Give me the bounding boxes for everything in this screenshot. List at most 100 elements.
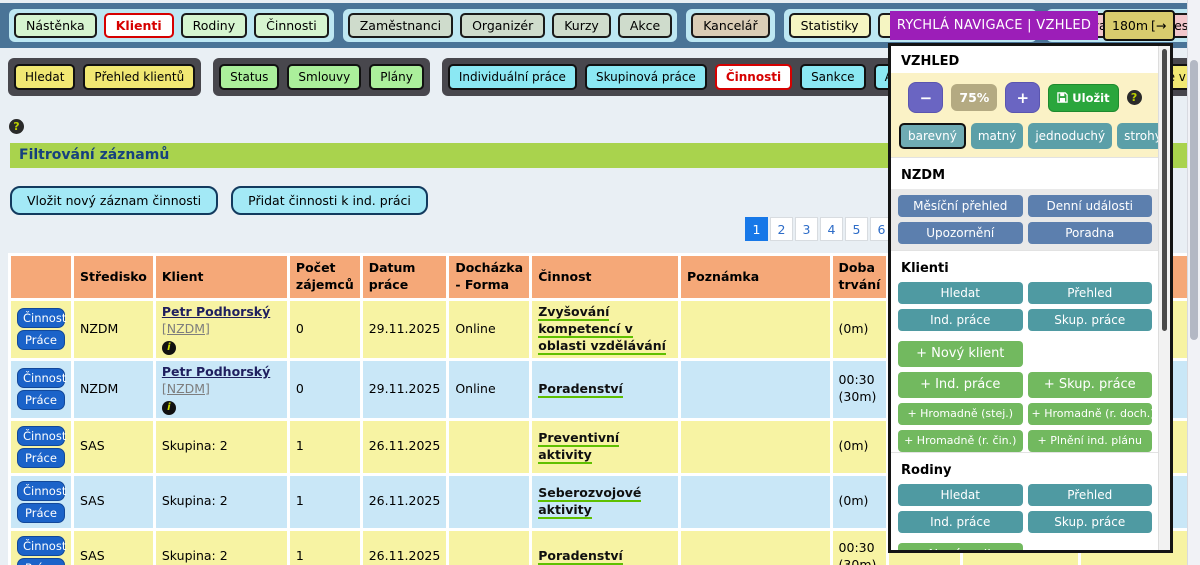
save-appearance-button[interactable]: Uložit [1048,84,1118,112]
cell-klient: Petr Podhorský [NZDM] i [156,361,287,418]
subnav-status[interactable]: Status [219,64,279,90]
activity-link[interactable]: Poradenství [538,381,623,398]
nav-tab-klienti[interactable]: Klienti [104,13,174,38]
rodiny-nova-rodina-button[interactable]: + Nová rodina [898,543,1023,550]
pagination-page-1[interactable]: 1 [745,217,768,241]
rodiny-ind-prace-button[interactable]: Ind. práce [898,511,1023,533]
row-cinnost-button[interactable]: Činnost [17,368,65,388]
klienti-plneni-ind-planu-button[interactable]: + Plnění ind. plánu [1028,430,1153,452]
page-help-icon[interactable]: ? [9,119,24,134]
nzdm-upozorneni-button[interactable]: Upozornění [898,222,1023,244]
nav-tab-rodiny[interactable]: Rodiny [181,13,248,38]
rodiny-hledat-button[interactable]: Hledat [898,484,1023,506]
subnav-group-status: Status Smlouvy Plány [213,58,430,96]
row-prace-button[interactable]: Práce [17,448,65,468]
cell-pocet: 1 [290,421,360,473]
row-cinnost-button[interactable]: Činnost [17,536,65,556]
nav-tab-cinnosti[interactable]: Činnosti [254,13,329,38]
subnav-smlouvy[interactable]: Smlouvy [287,64,361,90]
row-prace-button[interactable]: Práce [17,558,65,565]
row-prace-button[interactable]: Práce [17,503,65,523]
style-matny-button[interactable]: matný [971,123,1023,149]
client-link[interactable]: Petr Podhorský [162,364,270,379]
pagination-page-5[interactable]: 5 [845,217,868,241]
subnav-plany[interactable]: Plány [369,64,424,90]
pagination-page-2[interactable]: 2 [770,217,793,241]
klienti-hromadne-r-doch-button[interactable]: + Hromadně (r. doch.) [1028,403,1153,425]
nav-group-kancelar: Kancelář [686,9,774,42]
subnav-skupinova-prace[interactable]: Skupinová práce [585,64,707,90]
nav-tab-kancelar[interactable]: Kancelář [691,13,769,38]
style-strohy-button[interactable]: strohý [1117,123,1159,149]
cell-cinnost: Poradenství [532,361,678,418]
rodiny-skup-prace-button[interactable]: Skup. práce [1028,511,1153,533]
nav-tab-zamestnanci[interactable]: Zaměstnanci [348,13,453,38]
panel-scrollbar[interactable] [1158,46,1170,550]
page-scrollbar[interactable] [1187,0,1200,565]
client-ref-link[interactable]: [NZDM] [162,381,210,396]
style-barevny-button[interactable]: barevný [899,123,966,149]
pagination-page-3[interactable]: 3 [795,217,818,241]
cell-pocet: 0 [290,301,360,358]
header-doba-trvani: Doba trvání [833,256,887,298]
row-prace-button[interactable]: Práce [17,390,65,410]
quick-nav-panel: VZHLED − 75% + Uložit ? barevný matný je… [888,43,1173,553]
klienti-add-skup-prace-button[interactable]: + Skup. práce [1028,372,1153,398]
klienti-hledat-button[interactable]: Hledat [898,282,1023,304]
nav-group-organizace: Zaměstnanci Organizér Kurzy Akce [343,9,677,42]
subnav-prehled-klientu[interactable]: Přehled klientů [83,64,195,90]
info-icon[interactable]: i [162,341,176,355]
klienti-novy-klient-button[interactable]: + Nový klient [898,341,1023,367]
app-page: Nástěnka Klienti Rodiny Činnosti Zaměstn… [0,0,1200,565]
nav-tab-statistiky[interactable]: Statistiky [789,13,871,38]
info-icon[interactable]: i [162,401,176,415]
subnav-hledat[interactable]: Hledat [14,64,75,90]
page-scrollbar-thumb[interactable] [1190,60,1198,340]
cell-pocet: 1 [290,531,360,565]
klienti-skup-prace-button[interactable]: Skup. práce [1028,309,1153,331]
row-cinnost-button[interactable]: Činnost [17,481,65,501]
nzdm-denni-udalosti-button[interactable]: Denní události [1028,195,1153,217]
quick-nav-header[interactable]: RYCHLÁ NAVIGACE | VZHLED [890,11,1098,40]
row-prace-button[interactable]: Práce [17,330,65,350]
nzdm-mesicni-prehled-button[interactable]: Měsíční přehled [898,195,1023,217]
pagination-page-4[interactable]: 4 [820,217,843,241]
panel-scrollbar-thumb[interactable] [1162,49,1167,331]
add-activity-to-ind-button[interactable]: Přidat činnosti k ind. práci [231,186,428,215]
nzdm-poradna-button[interactable]: Poradna [1028,222,1153,244]
activity-link[interactable]: Poradenství [538,548,623,565]
logout-icon: [→ [1151,18,1166,33]
nav-tab-organizer[interactable]: Organizér [460,13,545,38]
client-link[interactable]: Petr Podhorský [162,304,270,319]
subnav-cinnosti[interactable]: Činnosti [715,64,792,90]
cell-doba: 00:30 (30m) [833,531,887,565]
cell-doba: (0m) [833,301,887,358]
row-cinnost-button[interactable]: Činnost [17,426,65,446]
zoom-level-badge: 75% [951,84,997,111]
cell-poznamka [681,301,830,358]
subnav-individualni-prace[interactable]: Individuální práce [448,64,577,90]
cell-datum: 29.11.2025 [363,361,447,418]
subnav-sankce[interactable]: Sankce [800,64,866,90]
activity-link[interactable]: Zvyšování kompetencí v oblasti vzděláván… [538,304,666,355]
client-ref-link[interactable]: [NZDM] [162,321,210,336]
appearance-help-icon[interactable]: ? [1127,90,1142,105]
new-activity-record-button[interactable]: Vložit nový záznam činnosti [10,186,218,215]
rodiny-prehled-button[interactable]: Přehled [1028,484,1153,506]
cell-datum: 26.11.2025 [363,476,447,528]
activity-link[interactable]: Seberozvojové aktivity [538,485,641,519]
zoom-out-button[interactable]: − [908,82,943,113]
zoom-in-button[interactable]: + [1005,82,1040,113]
style-jednoduchy-button[interactable]: jednoduchý [1028,123,1112,149]
row-cinnost-button[interactable]: Činnost [17,308,65,328]
nav-tab-kurzy[interactable]: Kurzy [552,13,611,38]
klienti-hromadne-stej-button[interactable]: + Hromadně (stej.) [898,403,1023,425]
klienti-add-ind-prace-button[interactable]: + Ind. práce [898,372,1023,398]
activity-link[interactable]: Preventivní aktivity [538,430,619,464]
klienti-ind-prace-button[interactable]: Ind. práce [898,309,1023,331]
nav-tab-akce[interactable]: Akce [618,13,672,38]
klienti-prehled-button[interactable]: Přehled [1028,282,1153,304]
session-logout-button[interactable]: 180m [→ [1103,10,1175,41]
nav-tab-nastenka[interactable]: Nástěnka [14,13,97,38]
klienti-hromadne-r-cin-button[interactable]: + Hromadně (r. čin.) [898,430,1023,452]
